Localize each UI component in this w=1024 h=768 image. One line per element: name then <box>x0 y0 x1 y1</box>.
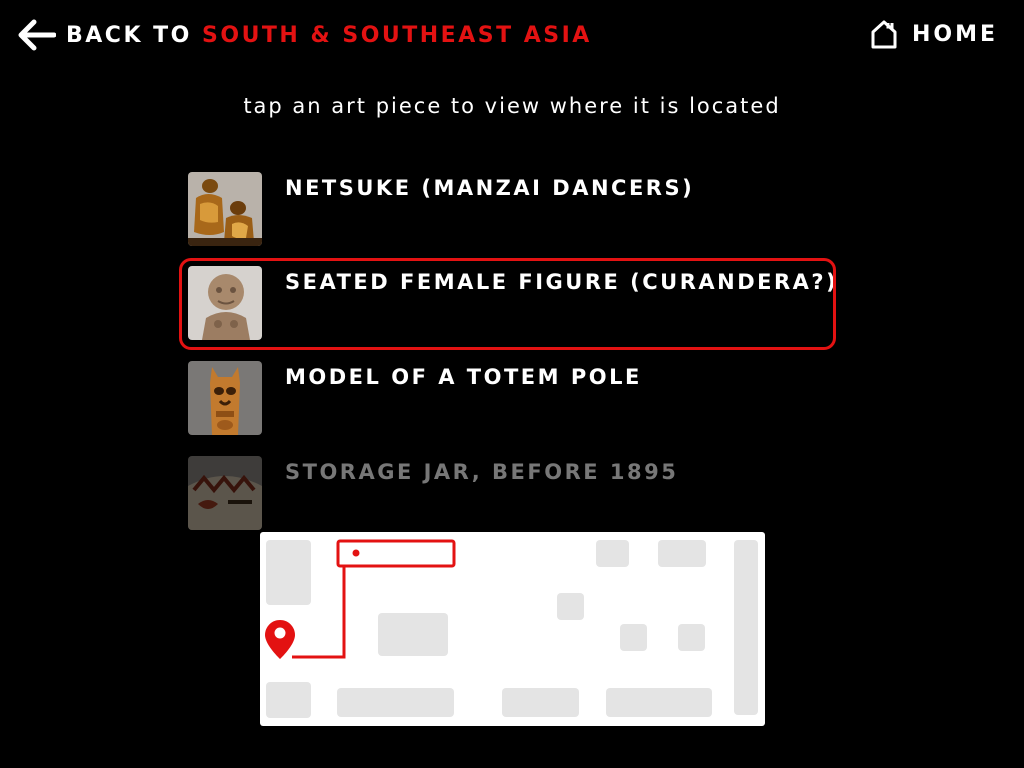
art-piece-item-seated-female-figure[interactable]: SEATED FEMALE FIGURE (CURANDERA?) <box>188 266 836 340</box>
home-button[interactable]: HOME <box>870 18 998 50</box>
back-destination: SOUTH & SOUTHEAST ASIA <box>202 22 592 48</box>
netsuke-thumbnail <box>188 172 262 246</box>
art-piece-title: STORAGE JAR, BEFORE 1895 <box>285 460 679 484</box>
home-label: HOME <box>911 21 998 47</box>
map-room <box>596 540 629 567</box>
map-room <box>502 688 579 717</box>
map-room <box>678 624 705 651</box>
map-room <box>620 624 647 651</box>
map-room <box>266 682 311 718</box>
arrow-left-icon <box>18 19 56 51</box>
seated-figure-thumbnail <box>188 266 262 340</box>
map-room <box>557 593 584 620</box>
map-room <box>606 688 712 717</box>
art-piece-title: MODEL OF A TOTEM POLE <box>285 365 642 389</box>
location-pin-icon <box>265 620 295 659</box>
totem-pole-thumbnail <box>188 361 262 435</box>
art-piece-title: NETSUKE (MANZAI DANCERS) <box>285 176 695 200</box>
floor-map[interactable] <box>260 532 765 726</box>
piece-location-dot <box>352 549 360 557</box>
art-piece-title: SEATED FEMALE FIGURE (CURANDERA?) <box>285 270 839 294</box>
instruction-text: tap an art piece to view where it is loc… <box>243 94 781 118</box>
art-piece-item-storage-jar[interactable]: STORAGE JAR, BEFORE 1895 <box>188 456 828 530</box>
map-room <box>734 540 758 715</box>
back-button[interactable]: BACK TO SOUTH & SOUTHEAST ASIA <box>16 18 592 52</box>
map-room <box>378 613 448 656</box>
back-label-prefix: BACK TO <box>66 22 203 48</box>
back-label: BACK TO SOUTH & SOUTHEAST ASIA <box>66 23 592 48</box>
storage-jar-thumbnail <box>188 456 262 530</box>
art-piece-item-netsuke[interactable]: NETSUKE (MANZAI DANCERS) <box>188 172 828 246</box>
map-room <box>658 540 706 567</box>
map-room <box>337 688 454 717</box>
map-room <box>266 540 311 605</box>
home-icon <box>871 20 897 49</box>
art-piece-item-totem-pole[interactable]: MODEL OF A TOTEM POLE <box>188 361 828 435</box>
